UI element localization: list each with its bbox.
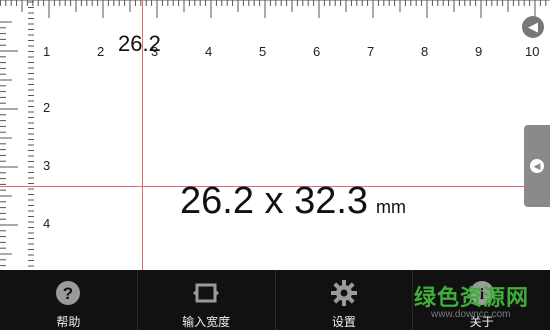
ruler-app: 1 2 3 4 5 6 7 8 9 10 1 2 3 4 5 26.2 26.2… <box>0 0 550 330</box>
top-ruler-label-2: 2 <box>97 44 105 59</box>
side-drag-handle[interactable]: ◀ <box>524 125 550 207</box>
gear-icon <box>329 278 359 308</box>
measurement-readout: 26.2 x 32.3 mm <box>180 180 406 223</box>
watermark-logo: 绿色资源网 <box>414 285 530 310</box>
measurement-unit: mm <box>376 197 407 217</box>
top-ruler-label-9: 9 <box>475 44 483 59</box>
left-ruler-label-3: 3 <box>43 158 51 173</box>
top-ruler-label-10: 10 <box>525 44 540 59</box>
top-ruler-label-8: 8 <box>421 44 429 59</box>
resize-icon <box>191 278 221 308</box>
toolbar-settings-button[interactable]: 设置 <box>276 270 414 330</box>
help-icon: ? <box>53 278 83 308</box>
top-ruler-label-6: 6 <box>313 44 321 59</box>
toolbar-help-label: 帮助 <box>56 315 81 329</box>
corner-handle-button[interactable]: ◀ <box>522 16 544 38</box>
svg-text:?: ? <box>63 284 73 303</box>
toolbar-settings-label: 设置 <box>331 315 356 329</box>
toolbar-input-width-button[interactable]: 输入宽度 <box>138 270 276 330</box>
watermark-url: www.downcc.com <box>431 309 511 320</box>
top-ruler-label-5: 5 <box>259 44 267 59</box>
left-arrow-icon: ◀ <box>530 159 544 173</box>
top-ruler-label-4: 4 <box>205 44 213 59</box>
left-ruler-label-2: 2 <box>43 100 51 115</box>
top-reading: 26.2 <box>118 31 161 56</box>
top-ruler-label-1: 1 <box>43 44 51 59</box>
circle-arrow-icon: ◀ <box>528 19 538 34</box>
top-ruler-label-7: 7 <box>367 44 375 59</box>
left-ruler-label-4: 4 <box>43 216 51 231</box>
toolbar-input-width-label: 输入宽度 <box>182 315 231 329</box>
measurement-value: 26.2 x 32.3 <box>180 180 369 222</box>
toolbar-help-button[interactable]: ? 帮助 <box>0 270 138 330</box>
